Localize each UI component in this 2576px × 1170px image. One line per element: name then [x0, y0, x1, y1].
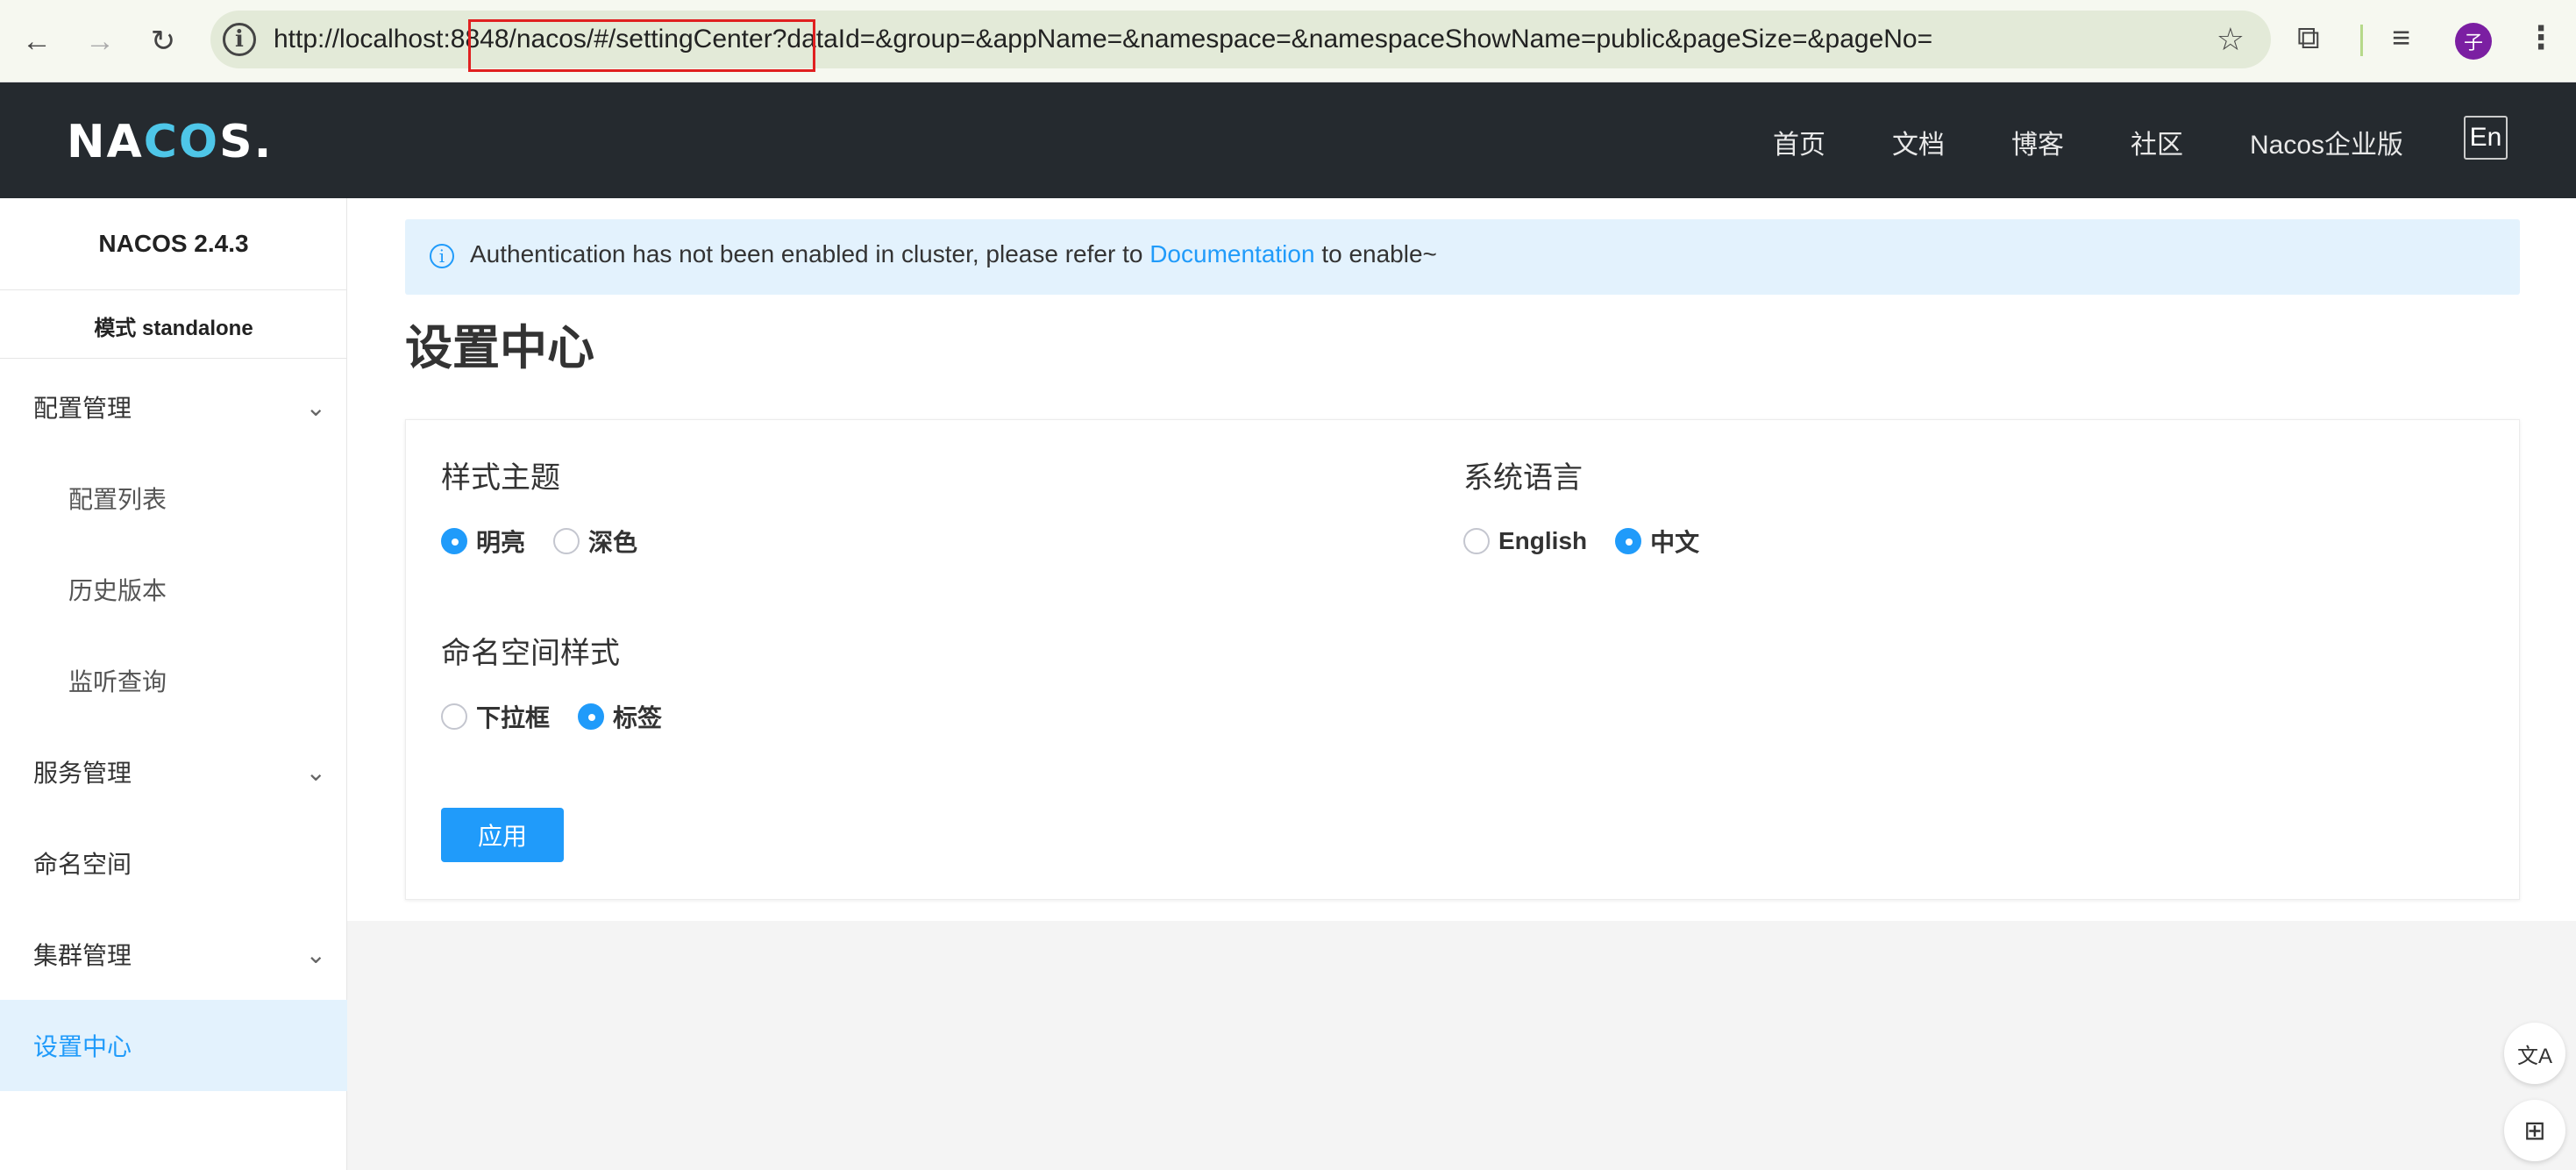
- nav-link-enterprise[interactable]: Nacos企业版: [2250, 123, 2403, 161]
- settings-card: 样式主题 明亮 深色 系统语言 English 中文 命名空间样式 下拉框 标签…: [405, 419, 2520, 900]
- language-section-title: 系统语言: [1463, 461, 1583, 495]
- sidebar-item-service-management[interactable]: 服务管理 ⌄: [0, 726, 347, 817]
- page-title: 设置中心: [405, 322, 594, 375]
- sidebar: NACOS 2.4.3 模式 standalone 配置管理 ⌄ 配置列表 历史…: [0, 198, 347, 1170]
- url-highlight-box: [468, 19, 815, 72]
- sidebar-item-label: 命名空间: [33, 851, 132, 878]
- language-english-radio[interactable]: English: [1463, 527, 1587, 555]
- mode-label: 模式 standalone: [94, 317, 253, 340]
- info-icon: i: [430, 244, 454, 268]
- sidebar-item-label: 监听查询: [68, 668, 167, 696]
- translate-icon[interactable]: 文A: [2504, 1023, 2565, 1084]
- site-info-icon[interactable]: i: [223, 23, 256, 56]
- auth-alert: i Authentication has not been enabled in…: [405, 219, 2520, 295]
- sidebar-item-config-management[interactable]: 配置管理 ⌄: [0, 361, 347, 453]
- namespace-tag-radio[interactable]: 标签: [578, 699, 662, 734]
- chevron-down-icon: ⌄: [305, 758, 326, 786]
- sidebar-item-label: 设置中心: [33, 1033, 132, 1060]
- sidebar-item-history[interactable]: 历史版本: [0, 544, 347, 635]
- browser-menu-icon[interactable]: ⋮: [2525, 19, 2557, 56]
- sidebar-item-settings[interactable]: 设置中心: [0, 1000, 347, 1091]
- chevron-down-icon: ⌄: [305, 940, 326, 968]
- top-navigation: NACOS. 首页 文档 博客 社区 Nacos企业版 En: [0, 82, 2576, 198]
- radio-checked-icon: [441, 528, 467, 554]
- sidebar-item-namespace[interactable]: 命名空间: [0, 817, 347, 909]
- alert-message: Authentication has not been enabled in c…: [470, 240, 1437, 268]
- back-icon[interactable]: ←: [12, 17, 61, 66]
- radio-unchecked-icon: [441, 703, 467, 730]
- sidebar-item-listener-query[interactable]: 监听查询: [0, 635, 347, 726]
- namespace-dropdown-radio[interactable]: 下拉框: [441, 699, 550, 734]
- language-radio-group: English 中文: [1463, 524, 1727, 559]
- theme-dark-radio[interactable]: 深色: [553, 524, 637, 559]
- browser-toolbar: ← → ↻ i http://localhost:8848/nacos/#/se…: [0, 0, 2576, 82]
- radio-unchecked-icon: [1463, 528, 1490, 554]
- sidebar-item-label: 集群管理: [33, 942, 132, 969]
- nav-link-home[interactable]: 首页: [1773, 123, 1825, 161]
- media-control-icon[interactable]: ≡: [2392, 19, 2410, 56]
- bookmark-star-icon[interactable]: ☆: [2217, 21, 2245, 58]
- documentation-link[interactable]: Documentation: [1149, 240, 1314, 268]
- apply-button[interactable]: 应用: [441, 808, 564, 862]
- sidebar-item-label: 配置管理: [33, 395, 132, 422]
- theme-light-radio[interactable]: 明亮: [441, 524, 525, 559]
- sidebar-item-label: 服务管理: [33, 760, 132, 787]
- theme-radio-group: 明亮 深色: [441, 524, 665, 559]
- language-chinese-radio[interactable]: 中文: [1615, 524, 1699, 559]
- nav-link-docs[interactable]: 文档: [1892, 123, 1945, 161]
- sidebar-item-cluster-management[interactable]: 集群管理 ⌄: [0, 909, 347, 1000]
- sidebar-item-label: 配置列表: [68, 486, 167, 513]
- extensions-icon[interactable]: ⧉: [2297, 19, 2320, 57]
- apps-grid-icon[interactable]: ⊞: [2504, 1100, 2565, 1161]
- divider: [0, 289, 347, 290]
- theme-section-title: 样式主题: [441, 461, 560, 495]
- forward-icon[interactable]: →: [75, 17, 125, 66]
- radio-unchecked-icon: [553, 528, 580, 554]
- sidebar-item-label: 历史版本: [68, 577, 167, 604]
- language-toggle-button[interactable]: En: [2464, 116, 2508, 160]
- radio-checked-icon: [1615, 528, 1642, 554]
- toolbar-divider: [2360, 25, 2363, 56]
- namespace-section-title: 命名空间样式: [441, 637, 620, 670]
- sidebar-item-config-list[interactable]: 配置列表: [0, 453, 347, 544]
- version-label: NACOS 2.4.3: [98, 230, 249, 257]
- divider: [0, 358, 347, 359]
- chevron-down-icon: ⌄: [305, 393, 326, 421]
- nav-link-blog[interactable]: 博客: [2011, 123, 2064, 161]
- namespace-radio-group: 下拉框 标签: [441, 699, 690, 734]
- nacos-logo[interactable]: NACOS.: [67, 116, 273, 168]
- nav-link-community[interactable]: 社区: [2131, 123, 2183, 161]
- radio-checked-icon: [578, 703, 605, 730]
- address-bar[interactable]: i http://localhost:8848/nacos/#/settingC…: [210, 11, 2271, 72]
- profile-avatar[interactable]: 子: [2455, 23, 2492, 60]
- reload-icon[interactable]: ↻: [139, 17, 188, 66]
